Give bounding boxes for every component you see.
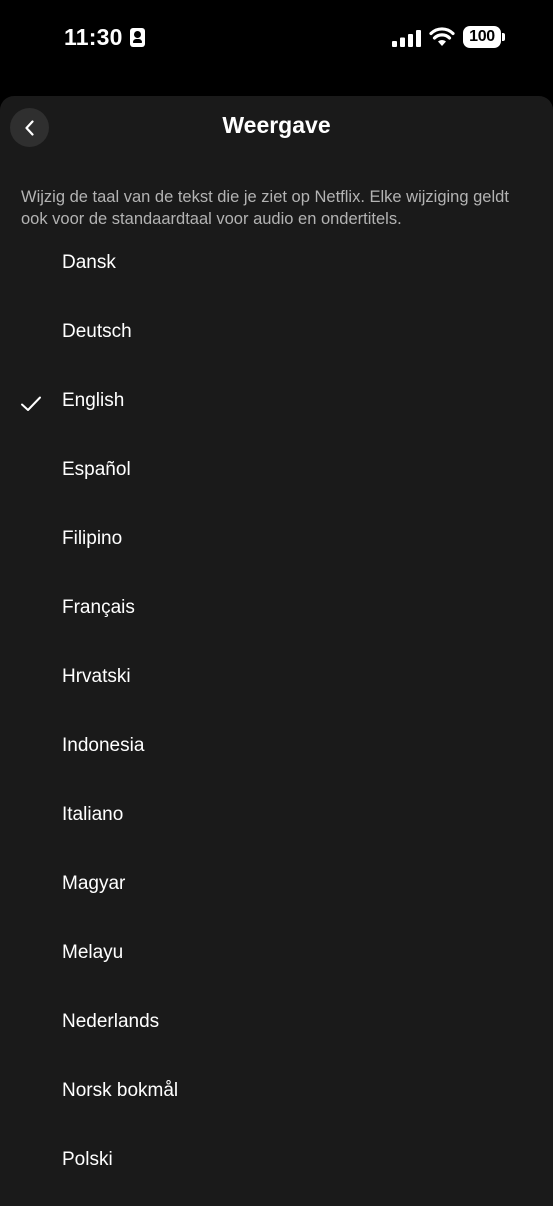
contact-card-icon bbox=[129, 28, 145, 47]
language-label: Nederlands bbox=[62, 1011, 160, 1032]
language-option[interactable]: Español bbox=[0, 439, 553, 508]
language-label: Melayu bbox=[62, 942, 124, 963]
battery-icon: 100 bbox=[463, 26, 501, 48]
page-title: Weergave bbox=[222, 112, 331, 138]
battery-cap bbox=[502, 33, 505, 41]
checkmark-icon bbox=[21, 396, 41, 411]
language-label: Indonesia bbox=[62, 735, 145, 756]
language-option[interactable]: Hrvatski bbox=[0, 646, 553, 715]
language-option[interactable]: Nederlands bbox=[0, 991, 553, 1060]
status-time-text: 11:30 bbox=[64, 24, 123, 50]
cellular-signal-icon bbox=[392, 30, 421, 47]
language-option[interactable]: Polski bbox=[0, 1129, 553, 1198]
status-time: 11:30 bbox=[64, 24, 145, 51]
battery-level: 100 bbox=[469, 28, 495, 45]
language-option[interactable]: Dansk bbox=[0, 232, 553, 301]
language-option[interactable]: Italiano bbox=[0, 784, 553, 853]
language-label: Español bbox=[62, 459, 131, 480]
wifi-icon bbox=[429, 27, 455, 46]
language-label: Français bbox=[62, 597, 135, 618]
language-option[interactable]: Filipino bbox=[0, 508, 553, 577]
language-label: Deutsch bbox=[62, 321, 132, 342]
language-label: Dansk bbox=[62, 252, 116, 273]
status-bar: 11:30 100 bbox=[0, 0, 553, 78]
language-label: Magyar bbox=[62, 873, 126, 894]
language-option[interactable]: Norsk bokmål bbox=[0, 1060, 553, 1129]
language-label: Norsk bokmål bbox=[62, 1080, 179, 1101]
language-description: Wijzig de taal van de tekst die je ziet … bbox=[21, 188, 509, 228]
language-label: Italiano bbox=[62, 804, 124, 825]
language-option[interactable]: Melayu bbox=[0, 922, 553, 991]
language-option[interactable]: Deutsch bbox=[0, 301, 553, 370]
language-list: Dansk Deutsch English Español Filipino França… bbox=[0, 232, 553, 1198]
language-label: Filipino bbox=[62, 528, 123, 549]
language-label: Hrvatski bbox=[62, 666, 131, 687]
language-option[interactable]: English bbox=[0, 370, 553, 439]
language-label: Polski bbox=[62, 1149, 113, 1170]
language-option[interactable]: Français bbox=[0, 577, 553, 646]
language-label: English bbox=[62, 390, 125, 411]
language-option[interactable]: Indonesia bbox=[0, 715, 553, 784]
language-sheet: Weergave Wijzig de taal van de tekst die… bbox=[0, 96, 553, 1206]
language-option[interactable]: Magyar bbox=[0, 853, 553, 922]
